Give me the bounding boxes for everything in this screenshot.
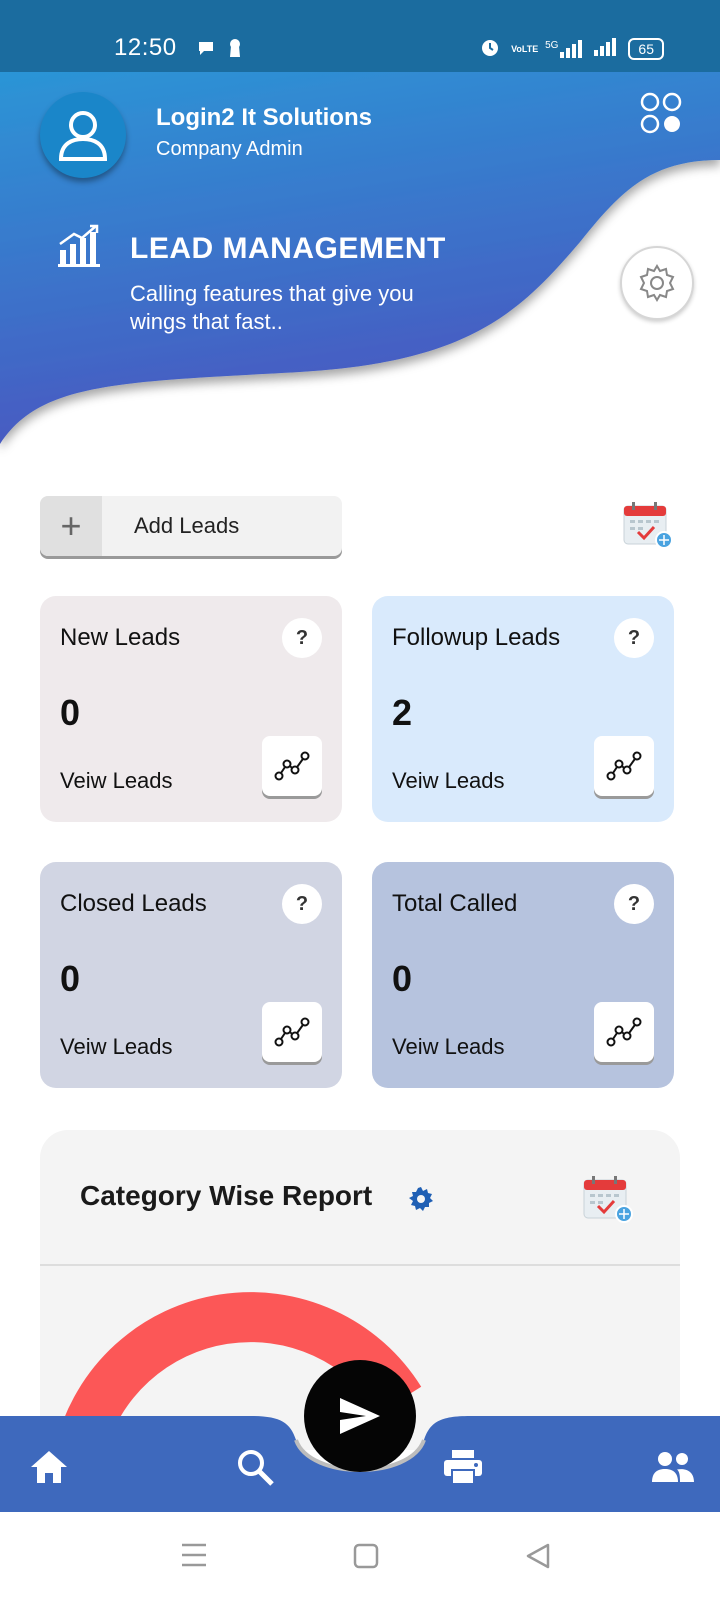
signal-icon xyxy=(594,38,618,60)
plus-icon: + xyxy=(40,496,102,556)
line-graph-icon xyxy=(274,751,310,781)
new-leads-card[interactable]: New Leads ? 0 Veiw Leads xyxy=(40,596,342,822)
card-title: Closed Leads xyxy=(60,890,207,917)
chat-bubble-icon xyxy=(196,38,216,63)
card-count: 0 xyxy=(60,692,81,733)
analytics-button[interactable] xyxy=(594,1002,654,1062)
company-name: Login2 It Solutions xyxy=(156,104,372,131)
divider xyxy=(40,1264,680,1266)
view-leads-link[interactable]: Veiw Leads xyxy=(392,1034,505,1060)
home-icon[interactable] xyxy=(26,1444,72,1490)
line-graph-icon xyxy=(606,1017,642,1047)
volte-icon: VoLTE xyxy=(511,43,539,54)
analytics-button[interactable] xyxy=(262,736,322,796)
5g-signal-icon: 5G xyxy=(545,40,584,58)
report-settings-gear-icon[interactable] xyxy=(408,1186,434,1217)
view-leads-link[interactable]: Veiw Leads xyxy=(392,768,505,794)
keyhole-icon xyxy=(228,38,242,63)
menu-icon[interactable] xyxy=(180,1542,208,1573)
user-icon xyxy=(58,111,108,161)
group-icon[interactable] xyxy=(648,1444,698,1490)
system-navigation-bar xyxy=(0,1512,720,1600)
help-icon[interactable]: ? xyxy=(614,618,654,658)
section-title: LEAD MANAGEMENT xyxy=(130,232,446,265)
help-icon[interactable]: ? xyxy=(614,884,654,924)
help-icon[interactable]: ? xyxy=(282,884,322,924)
gear-icon xyxy=(639,264,675,302)
card-count: 2 xyxy=(392,692,413,733)
line-graph-icon xyxy=(606,751,642,781)
avatar[interactable] xyxy=(40,92,126,178)
analytics-button[interactable] xyxy=(594,736,654,796)
calendar-check-icon[interactable] xyxy=(622,500,674,555)
battery-indicator: 65 xyxy=(628,38,664,60)
report-calendar-icon[interactable] xyxy=(582,1174,634,1229)
analytics-button[interactable] xyxy=(262,1002,322,1062)
card-title: New Leads xyxy=(60,624,181,651)
add-leads-button[interactable]: + Add Leads xyxy=(40,496,342,556)
status-time: 12:50 xyxy=(114,34,177,61)
alarm-icon xyxy=(479,36,501,62)
total-called-card[interactable]: Total Called ? 0 Veiw Leads xyxy=(372,862,674,1088)
settings-button[interactable] xyxy=(620,246,694,320)
bar-chart-growth-icon xyxy=(58,224,102,273)
view-leads-link[interactable]: Veiw Leads xyxy=(60,1034,173,1060)
line-graph-icon xyxy=(274,1017,310,1047)
section-subtitle: Calling features that give you wings tha… xyxy=(130,281,414,334)
report-title: Category Wise Report xyxy=(80,1180,373,1211)
followup-leads-card[interactable]: Followup Leads ? 2 Veiw Leads xyxy=(372,596,674,822)
view-leads-link[interactable]: Veiw Leads xyxy=(60,768,173,794)
card-title: Followup Leads xyxy=(392,624,561,651)
status-bar: 12:50 VoLTE 5G 65 xyxy=(0,0,720,72)
user-role: Company Admin xyxy=(156,138,303,160)
search-icon[interactable] xyxy=(232,1444,278,1490)
send-button[interactable] xyxy=(304,1360,416,1472)
print-icon[interactable] xyxy=(440,1444,486,1490)
help-icon[interactable]: ? xyxy=(282,618,322,658)
card-title: Total Called xyxy=(392,890,518,917)
send-icon xyxy=(340,1398,380,1434)
card-count: 0 xyxy=(60,958,81,999)
back-icon[interactable] xyxy=(524,1542,552,1575)
card-count: 0 xyxy=(392,958,413,999)
add-leads-label: Add Leads xyxy=(134,513,240,538)
home-square-icon[interactable] xyxy=(352,1542,380,1575)
apps-grid-icon[interactable] xyxy=(640,92,682,134)
closed-leads-card[interactable]: Closed Leads ? 0 Veiw Leads xyxy=(40,862,342,1088)
